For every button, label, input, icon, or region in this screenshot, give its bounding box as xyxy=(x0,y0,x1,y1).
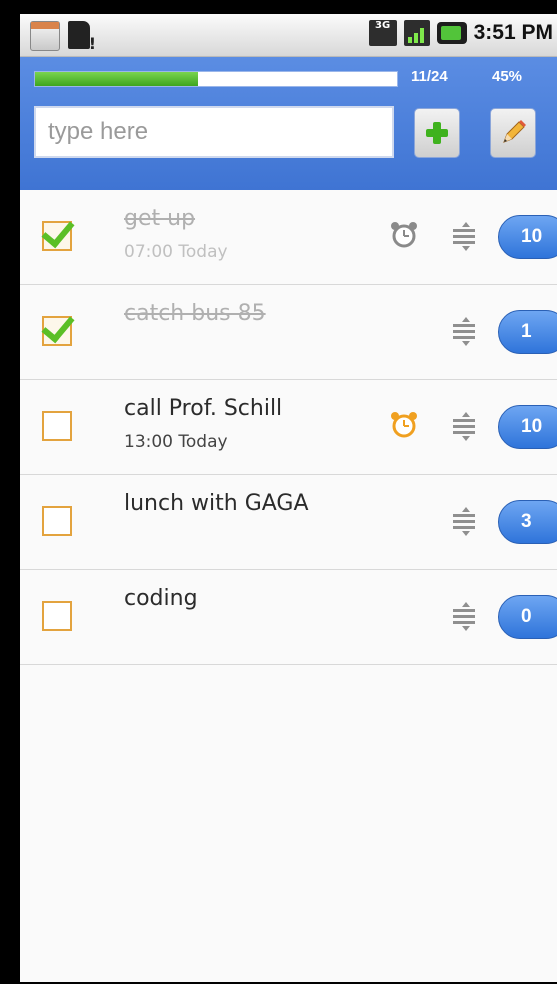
calendar-icon[interactable] xyxy=(30,21,60,51)
task-row[interactable]: lunch with GAGA 3 xyxy=(20,475,557,570)
priority-badge[interactable]: 10 xyxy=(498,215,557,259)
3g-icon: 3G xyxy=(368,20,397,46)
progress-count: 11/24 xyxy=(411,68,448,85)
system-icons: 3G 3:51 PM xyxy=(368,20,553,46)
task-row[interactable]: catch bus 85 1 xyxy=(20,285,557,380)
plus-icon xyxy=(426,122,448,144)
drag-handle-icon[interactable] xyxy=(453,317,475,346)
task-row[interactable]: coding 0 xyxy=(20,570,557,665)
task-checkbox[interactable] xyxy=(42,506,72,536)
drag-handle-icon[interactable] xyxy=(453,602,475,631)
screen: 3G 3:51 PM 11/24 45% xyxy=(0,0,557,984)
clock: 3:51 PM xyxy=(473,21,553,44)
task-list: get up 07:00 Today 10 catch bus 85 1 call Pro… xyxy=(20,190,557,665)
new-task-input[interactable] xyxy=(34,106,394,158)
status-bar: 3G 3:51 PM xyxy=(20,14,557,57)
checkmark-icon xyxy=(41,308,75,344)
drag-handle-icon[interactable] xyxy=(453,507,475,536)
alarm-clock-icon[interactable] xyxy=(390,221,418,249)
task-row[interactable]: call Prof. Schill 13:00 Today 10 xyxy=(20,380,557,475)
task-title: lunch with GAGA xyxy=(124,491,309,516)
task-title: coding xyxy=(124,586,198,611)
notification-icons xyxy=(30,21,96,53)
signal-icon xyxy=(403,20,430,46)
device-display: 3G 3:51 PM 11/24 45% xyxy=(20,14,557,982)
sd-card-icon[interactable] xyxy=(68,21,96,53)
task-row[interactable]: get up 07:00 Today 10 xyxy=(20,190,557,285)
drag-handle-icon[interactable] xyxy=(453,412,475,441)
task-checkbox[interactable] xyxy=(41,308,75,346)
alarm-clock-icon[interactable] xyxy=(390,411,418,439)
checkmark-icon xyxy=(41,213,75,249)
priority-badge[interactable]: 0 xyxy=(498,595,557,639)
task-checkbox[interactable] xyxy=(42,411,72,441)
progress-percent: 45% xyxy=(492,68,523,85)
task-checkbox[interactable] xyxy=(41,213,75,251)
priority-badge[interactable]: 10 xyxy=(498,405,557,449)
priority-badge[interactable]: 1 xyxy=(498,310,557,354)
task-title: get up xyxy=(124,206,196,231)
progress-fill xyxy=(35,72,198,86)
task-due: 13:00 Today xyxy=(124,432,228,452)
drag-handle-icon[interactable] xyxy=(453,222,475,251)
task-title: call Prof. Schill xyxy=(124,396,283,421)
task-title: catch bus 85 xyxy=(124,301,266,326)
priority-badge[interactable]: 3 xyxy=(498,500,557,544)
pencil-icon xyxy=(503,120,526,143)
task-due: 07:00 Today xyxy=(124,242,228,262)
todo-header: 11/24 45% xyxy=(20,57,557,190)
add-task-button[interactable] xyxy=(414,108,460,158)
task-checkbox[interactable] xyxy=(42,601,72,631)
progress-bar xyxy=(34,71,398,87)
battery-charging-icon xyxy=(436,22,467,44)
edit-button[interactable] xyxy=(490,108,536,158)
